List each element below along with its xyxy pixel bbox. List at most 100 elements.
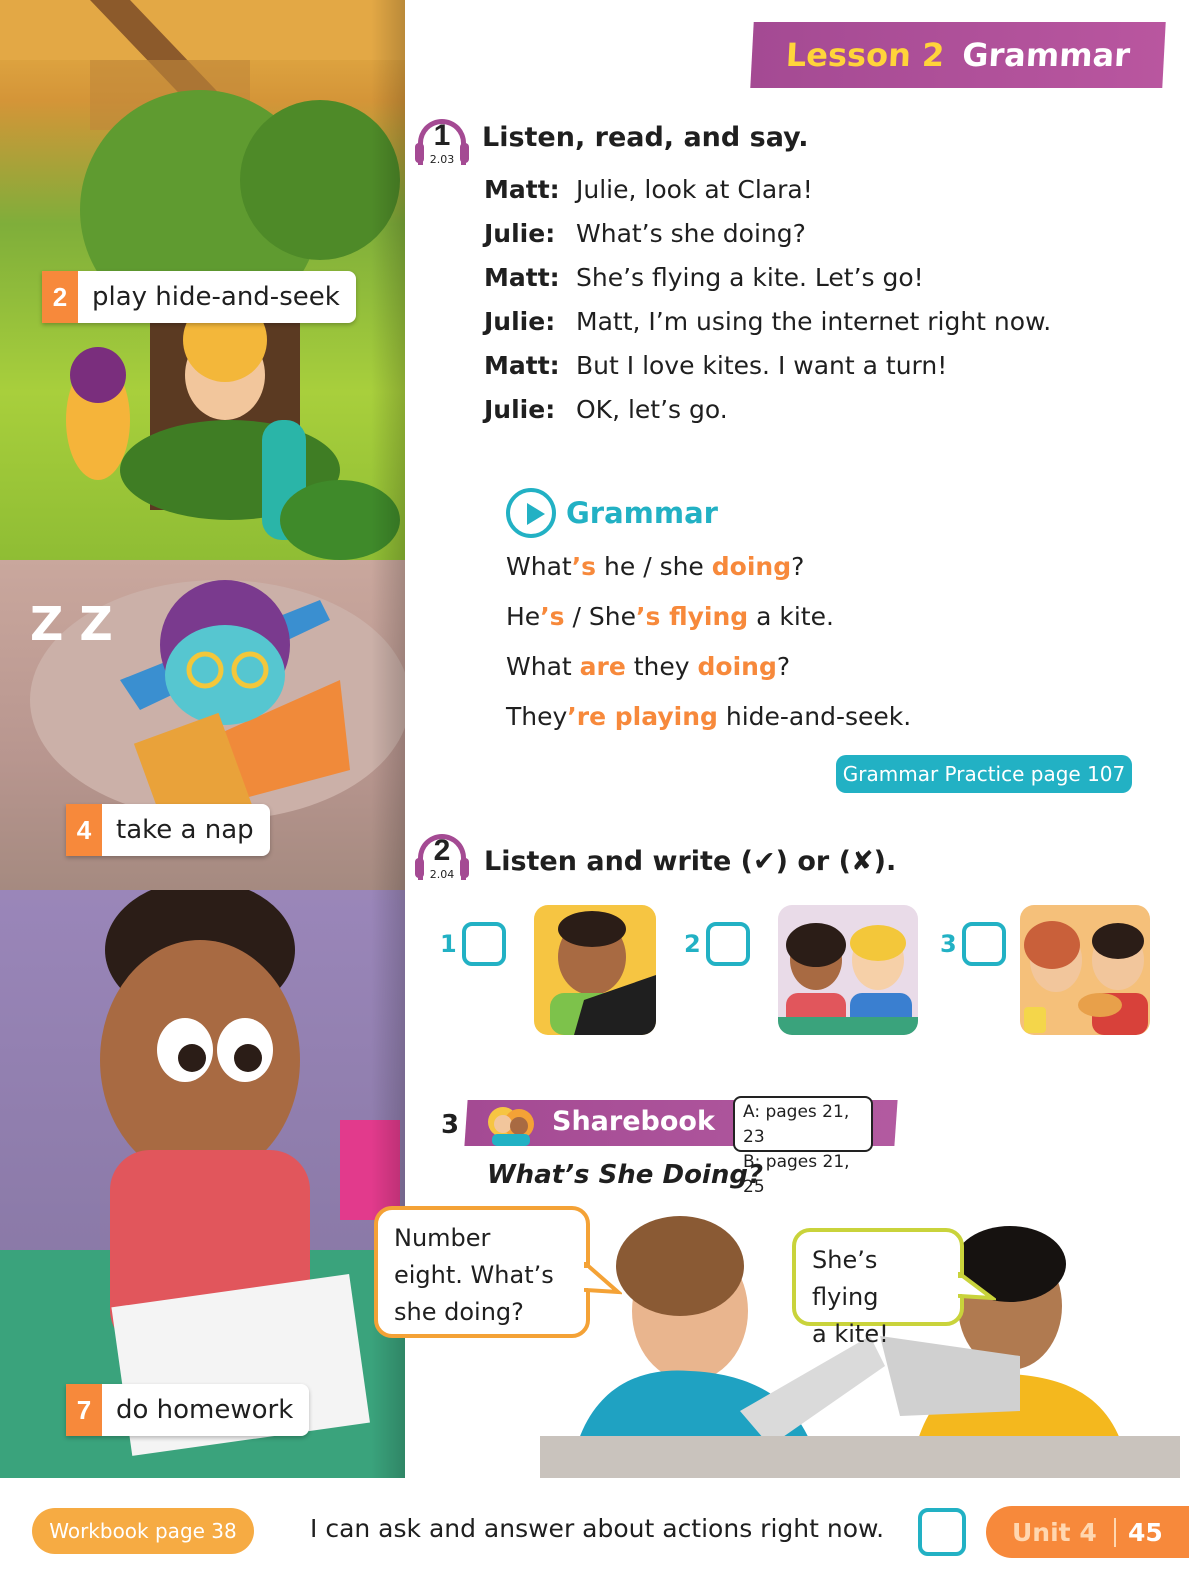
speaker-name: Julie: xyxy=(484,219,556,248)
answer-item-3: 3 xyxy=(940,922,1006,966)
grammar-highlight: ’s flying xyxy=(636,602,749,631)
item-number: 3 xyxy=(940,930,957,958)
page-number: 45 xyxy=(1128,1517,1163,1547)
speech-bubble-question: Number eight. What’s she doing? xyxy=(374,1206,590,1338)
spoken-line: Matt, I’m using the internet right now. xyxy=(576,307,1052,336)
grammar-text: What xyxy=(506,552,572,581)
unit-tag: Unit 4 45 xyxy=(986,1506,1189,1558)
grammar-text: What xyxy=(506,652,580,681)
sharebook-label: Sharebook xyxy=(552,1106,715,1137)
answer-checkbox[interactable] xyxy=(962,922,1006,966)
workbook-link[interactable]: Workbook page 38 xyxy=(32,1508,254,1554)
activity-1-title: Listen, read, and say. xyxy=(482,122,809,153)
scene-label-take-a-nap: 4 take a nap xyxy=(66,804,270,856)
scene-caption: do homework xyxy=(102,1384,310,1436)
bubble-tail xyxy=(582,1262,622,1295)
speaker-name: Matt: xyxy=(484,263,560,292)
dialogue-line: Julie: What’s she doing? xyxy=(484,219,806,248)
track-number: 2.04 xyxy=(429,868,455,881)
item-number: 2 xyxy=(684,930,701,958)
bubble-tail xyxy=(956,1272,996,1301)
grammar-text: They xyxy=(506,702,568,731)
speaker-name: Matt: xyxy=(484,351,560,380)
activity-number: 2 xyxy=(433,834,451,867)
activity-2-title: Listen and write (✔) or (✘). xyxy=(484,846,897,877)
picture-girls-writing xyxy=(778,905,918,1035)
grammar-example: He’s / She’s flying a kite. xyxy=(506,602,834,631)
grammar-example: What are they doing? xyxy=(506,652,790,681)
scene-caption: play hide-and-seek xyxy=(78,271,356,323)
bubble-line: a kite! xyxy=(812,1320,889,1348)
dialogue-line: Matt: She’s flying a kite. Let’s go! xyxy=(484,263,924,292)
grammar-highlight: doing xyxy=(711,552,792,581)
grammar-highlight: ’s xyxy=(540,602,565,631)
bubble-line: She’s flying xyxy=(812,1246,879,1311)
unit-label: Unit 4 xyxy=(1012,1517,1116,1547)
answer-item-2: 2 xyxy=(684,922,750,966)
grammar-text: a kite. xyxy=(748,602,834,631)
speech-bubble-answer: She’s flying a kite! xyxy=(792,1228,964,1348)
scene-label-do-homework: 7 do homework xyxy=(66,1384,310,1436)
activity-3-number: 3 xyxy=(441,1110,460,1140)
spoken-line: What’s she doing? xyxy=(576,219,806,248)
sharebook-pages-a: A: pages 21, 23 xyxy=(743,1102,850,1147)
grammar-example: What’s he / she doing? xyxy=(506,552,804,581)
dialogue-line: Julie: OK, let’s go. xyxy=(484,395,728,424)
sharebook-icon xyxy=(488,1107,534,1146)
spoken-line: OK, let’s go. xyxy=(576,395,728,424)
page-footer: Workbook page 38 I can ask and answer ab… xyxy=(0,1478,1189,1589)
bubble-line: Number xyxy=(394,1224,491,1252)
can-do-checkbox[interactable] xyxy=(918,1508,966,1556)
speaker-name: Matt: xyxy=(484,175,560,204)
scene-label-play-hide-and-seek: 2 play hide-and-seek xyxy=(42,271,356,323)
grammar-highlight: ’s xyxy=(571,552,597,581)
answer-item-1: 1 xyxy=(440,922,506,966)
grammar-text: they xyxy=(625,652,698,681)
picture-kids-eating xyxy=(1020,905,1150,1035)
grammar-text: he / she xyxy=(596,552,712,581)
dialogue-line: Matt: But I love kites. I want a turn! xyxy=(484,351,947,380)
grammar-text: ? xyxy=(776,652,791,681)
grammar-heading: Grammar xyxy=(566,496,718,530)
bubble-line: eight. What’s xyxy=(394,1261,554,1289)
illustration-panel: Z Z 2 play hide-and-seek 4 take a nap 7 … xyxy=(0,0,405,1478)
grammar-highlight: are xyxy=(579,652,626,681)
grammar-practice-link[interactable]: Grammar Practice page 107 xyxy=(836,755,1132,793)
lesson-title: Grammar xyxy=(961,36,1132,74)
lesson-number: Lesson 2 xyxy=(784,36,946,74)
dialogue-line: Julie: Matt, I’m using the internet right… xyxy=(484,307,1051,336)
grammar-box-header: Grammar xyxy=(506,488,718,538)
lesson-header: Lesson 2 Grammar xyxy=(750,22,1166,88)
speaker-name: Julie: xyxy=(484,307,556,336)
track-number: 2.03 xyxy=(429,153,455,166)
play-icon[interactable] xyxy=(506,488,556,538)
spoken-line: But I love kites. I want a turn! xyxy=(576,351,948,380)
audio-track-icon[interactable]: 2 2.04 xyxy=(414,828,470,884)
scene-caption: take a nap xyxy=(102,804,270,856)
scene-number: 7 xyxy=(66,1384,102,1436)
spoken-line: Julie, look at Clara! xyxy=(576,175,813,204)
answer-checkbox[interactable] xyxy=(462,922,506,966)
grammar-text: hide-and-seek. xyxy=(717,702,912,731)
answer-checkbox[interactable] xyxy=(706,922,750,966)
bubble-line: she doing? xyxy=(394,1298,524,1326)
grammar-highlight: doing xyxy=(697,652,777,681)
grammar-text: He xyxy=(506,602,541,631)
grammar-highlight: ’re playing xyxy=(567,702,718,731)
grammar-text: / She xyxy=(564,602,636,631)
item-number: 1 xyxy=(440,930,457,958)
can-do-statement: I can ask and answer about actions right… xyxy=(310,1514,885,1543)
activity-number: 1 xyxy=(433,119,451,152)
sharebook-subtitle: What’s She Doing? xyxy=(487,1160,764,1190)
scene-number: 4 xyxy=(66,804,102,856)
speaker-name: Julie: xyxy=(484,395,556,424)
spoken-line: She’s flying a kite. Let’s go! xyxy=(576,263,924,292)
svg-text:Z Z: Z Z xyxy=(30,597,113,651)
grammar-example: They’re playing hide-and-seek. xyxy=(506,702,911,731)
picture-boy-laptop xyxy=(534,905,656,1035)
grammar-text: ? xyxy=(791,552,805,581)
audio-track-icon[interactable]: 1 2.03 xyxy=(414,113,470,169)
scene-number: 2 xyxy=(42,271,78,323)
sharebook-page-refs: A: pages 21, 23 B: pages 21, 25 xyxy=(733,1096,873,1197)
dialogue-line: Matt: Julie, look at Clara! xyxy=(484,175,813,204)
